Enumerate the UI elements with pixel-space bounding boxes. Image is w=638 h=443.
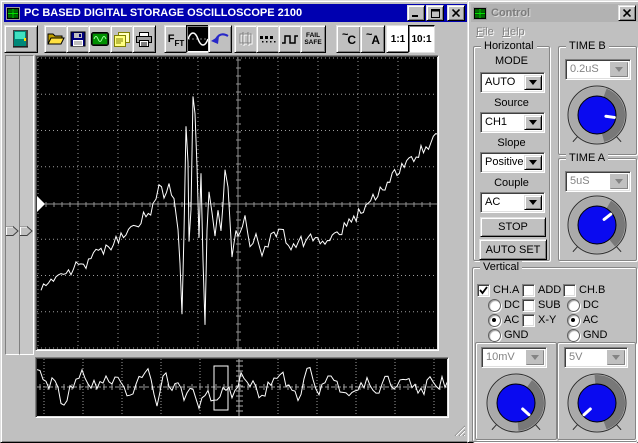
ch-b-dc-radio[interactable]	[567, 299, 580, 312]
add-checkbox[interactable]	[522, 284, 535, 297]
time-b-knob[interactable]	[561, 85, 633, 152]
chevron-down-icon	[607, 350, 625, 365]
ch-a-position-slider-thumb[interactable]	[6, 226, 19, 239]
chevron-down-icon	[610, 174, 628, 189]
slope-label: Slope	[474, 137, 549, 149]
xy-checkbox[interactable]	[522, 314, 535, 327]
source-label: Source	[474, 97, 549, 109]
time-b-select: 0.2uS	[565, 59, 631, 80]
maximize-icon[interactable]	[426, 5, 444, 21]
overview-strip[interactable]	[35, 357, 449, 418]
waveform-mode-button[interactable]	[186, 25, 210, 53]
close-icon[interactable]	[447, 5, 465, 21]
ch-b-ac-radio[interactable]	[567, 314, 580, 327]
source-select[interactable]: CH1	[480, 112, 545, 133]
ch-b-gain-knob[interactable]	[561, 373, 633, 440]
time-a-select: 5uS	[565, 171, 631, 192]
control-titlebar[interactable]: Control	[471, 4, 638, 22]
mode-select[interactable]: AUTO	[480, 72, 545, 93]
time-a-group: TIME A 5uS	[558, 158, 637, 261]
grid-button	[234, 25, 258, 53]
probe-10-1-button[interactable]: 10:1	[408, 25, 435, 53]
exit-button[interactable]	[4, 25, 38, 53]
auto-set-button[interactable]: AUTO SET	[479, 239, 547, 260]
overview-waveform-canvas	[37, 359, 447, 416]
chevron-down-icon[interactable]	[524, 75, 542, 90]
vertical-group: Vertical CH.A ADD CH.B DC SUB DC AC X-Y …	[472, 267, 637, 442]
chevron-down-icon	[610, 62, 628, 77]
resize-grip[interactable]	[452, 423, 465, 439]
probe-1-1-button[interactable]: 1:1	[386, 25, 410, 53]
open-file-button[interactable]	[44, 25, 68, 53]
chevron-down-icon[interactable]	[524, 195, 542, 210]
ch-b-position-slider-thumb[interactable]	[20, 226, 33, 239]
couple-select[interactable]: AC	[480, 192, 545, 213]
ch-a-range-panel: 10mV	[475, 342, 557, 440]
ch-b-range-select: 5V	[564, 347, 628, 368]
control-close-icon[interactable]	[618, 5, 636, 21]
time-b-group: TIME B 0.2uS	[558, 46, 637, 155]
control-window: Control File Help Horizontal MODE AUTO S…	[467, 0, 638, 443]
ch-b-position-slider[interactable]	[19, 55, 34, 355]
print-button[interactable]	[132, 25, 156, 53]
sub-checkbox[interactable]	[522, 299, 535, 312]
snapshot-button[interactable]	[88, 25, 112, 53]
fft-label: F	[168, 33, 175, 45]
square-wave-button[interactable]	[278, 25, 302, 53]
couple-label: Couple	[474, 177, 549, 189]
menu-help: Help	[502, 26, 525, 38]
mode-label: MODE	[474, 55, 549, 67]
minimize-icon[interactable]	[407, 5, 425, 21]
ch-a-position-slider[interactable]	[5, 55, 20, 355]
chevron-down-icon[interactable]	[524, 155, 542, 170]
chevron-down-icon[interactable]	[524, 115, 542, 130]
ch-b-range-panel: 5V	[557, 342, 636, 440]
ch-b-gnd-radio[interactable]	[567, 329, 580, 342]
ch-a-gain-knob[interactable]	[480, 373, 552, 440]
fail-safe-button[interactable]: FAIL SAFE	[300, 25, 326, 53]
chevron-down-icon	[526, 350, 544, 365]
app-icon	[6, 7, 20, 20]
oscilloscope-window: PC BASED DIGITAL STORAGE OSCILLOSCOPE 21…	[0, 0, 469, 443]
ch-a-gnd-radio[interactable]	[488, 329, 501, 342]
horizontal-group: Horizontal MODE AUTO Source CH1 Slope Po…	[473, 46, 550, 261]
main-titlebar[interactable]: PC BASED DIGITAL STORAGE OSCILLOSCOPE 21…	[4, 4, 467, 22]
ch-b-checkbox[interactable]	[563, 284, 576, 297]
time-a-knob[interactable]	[561, 195, 633, 262]
cal-a-button[interactable]: ~A	[360, 25, 385, 53]
control-window-title: Control	[491, 7, 530, 19]
ch-a-ac-radio[interactable]	[488, 314, 501, 327]
scope-waveform-canvas	[37, 57, 437, 349]
cal-c-button[interactable]: ~C	[336, 25, 361, 53]
save-button[interactable]	[66, 25, 90, 53]
undo-arrow-button[interactable]	[208, 25, 232, 53]
scope-display	[35, 55, 439, 351]
control-app-icon	[473, 7, 487, 20]
ch-a-dc-radio[interactable]	[488, 299, 501, 312]
ch-a-range-select: 10mV	[481, 347, 547, 368]
menu-file: File	[476, 26, 494, 38]
fft-button[interactable]: FFT	[164, 25, 188, 53]
main-window-title: PC BASED DIGITAL STORAGE OSCILLOSCOPE 21…	[24, 7, 302, 19]
dotted-line-button[interactable]	[256, 25, 280, 53]
notes-button[interactable]	[110, 25, 134, 53]
ch-a-checkbox[interactable]	[477, 284, 490, 297]
stop-button[interactable]: STOP	[480, 217, 546, 237]
slope-select[interactable]: Positive	[480, 152, 545, 173]
